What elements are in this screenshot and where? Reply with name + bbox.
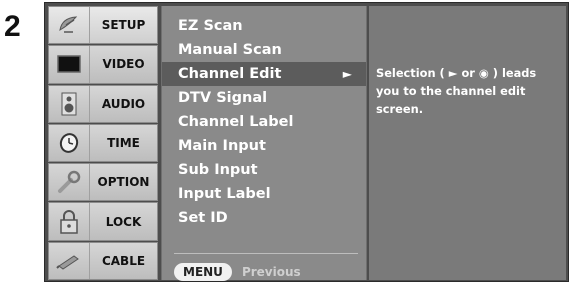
- satellite-dish-icon: [49, 7, 90, 44]
- step-number: 2: [4, 10, 21, 43]
- menu-list: EZ Scan Manual Scan Channel Edit ► DTV Si…: [162, 14, 366, 230]
- sidebar-item-label: VIDEO: [102, 57, 145, 72]
- menu-button[interactable]: MENU: [174, 263, 232, 281]
- sidebar-item-time[interactable]: TIME: [48, 123, 158, 163]
- menu-item-label: Channel Label: [178, 114, 294, 130]
- sidebar-item-lock[interactable]: LOCK: [48, 202, 158, 241]
- speaker-icon: [49, 85, 90, 122]
- sidebar-item-video[interactable]: VIDEO: [48, 45, 158, 84]
- sidebar-item-audio[interactable]: AUDIO: [48, 84, 158, 123]
- menu-item-label: Input Label: [178, 186, 271, 202]
- menu-footer: MENU Previous: [174, 262, 301, 282]
- menu-item-ez-scan[interactable]: EZ Scan: [162, 14, 366, 38]
- menu-item-channel-edit[interactable]: Channel Edit ►: [162, 62, 366, 86]
- menu-item-label: Main Input: [178, 138, 266, 154]
- menu-item-set-id[interactable]: Set ID: [162, 206, 366, 230]
- menu-item-label: Sub Input: [178, 162, 258, 178]
- sidebar-item-label: TIME: [107, 135, 140, 150]
- sidebar-item-label: LOCK: [105, 214, 142, 229]
- tv-icon: [49, 46, 90, 83]
- setup-menu: EZ Scan Manual Scan Channel Edit ► DTV Si…: [161, 6, 367, 282]
- cable-icon: [49, 242, 90, 279]
- sidebar-item-setup[interactable]: SETUP: [48, 6, 158, 45]
- sidebar-item-cable[interactable]: CABLE: [48, 241, 158, 280]
- arrow-right-icon: ►: [342, 67, 352, 81]
- menu-item-sub-input[interactable]: Sub Input: [162, 158, 366, 182]
- description-panel: Selection ( ► or ◉ ) leads you to the ch…: [369, 6, 566, 280]
- menu-item-label: Manual Scan: [178, 42, 282, 58]
- sidebar-item-label: SETUP: [101, 18, 146, 33]
- divider: [174, 253, 358, 254]
- menu-item-dtv-signal[interactable]: DTV Signal: [162, 86, 366, 110]
- sidebar-item-label: AUDIO: [101, 96, 146, 111]
- menu-item-label: Channel Edit: [178, 66, 282, 82]
- menu-item-manual-scan[interactable]: Manual Scan: [162, 38, 366, 62]
- wrench-icon: [49, 164, 90, 201]
- sidebar-item-option[interactable]: OPTION: [48, 163, 158, 202]
- sidebar-item-label: CABLE: [101, 253, 146, 268]
- menu-item-main-input[interactable]: Main Input: [162, 134, 366, 158]
- sidebar: SETUP VIDEO AUDIO TIME OPTION LOCK CABLE: [48, 6, 158, 280]
- menu-item-label: EZ Scan: [178, 18, 243, 34]
- description-text: Selection ( ► or ◉ ) leads you to the ch…: [376, 66, 537, 116]
- previous-label: Previous: [241, 265, 301, 279]
- clock-icon: [49, 124, 90, 162]
- menu-item-input-label[interactable]: Input Label: [162, 182, 366, 206]
- menu-item-label: Set ID: [178, 210, 228, 226]
- padlock-icon: [49, 203, 90, 240]
- menu-item-channel-label[interactable]: Channel Label: [162, 110, 366, 134]
- sidebar-item-label: OPTION: [97, 175, 150, 190]
- menu-item-label: DTV Signal: [178, 90, 268, 106]
